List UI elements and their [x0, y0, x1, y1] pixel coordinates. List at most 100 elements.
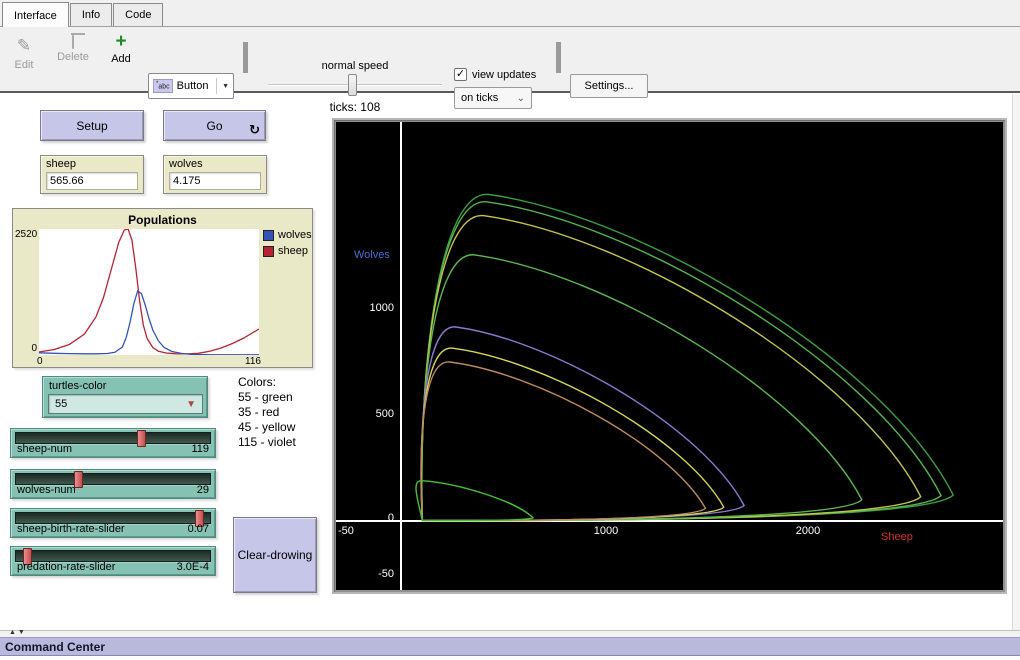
populations-plot: Populations 2520 0 0 116 wolves sheep: [12, 208, 313, 368]
colors-note-line: 115 - violet: [238, 435, 318, 450]
tab-bar: Interface Info Code: [0, 0, 1020, 27]
command-center-bar[interactable]: Command Center: [0, 637, 1020, 656]
view-updates-label: view updates: [472, 69, 536, 81]
phase-xtick-neg50: -50: [338, 525, 354, 537]
phase-loop-green-outer-a: [422, 194, 953, 520]
phase-xtick-2000: 2000: [786, 525, 830, 537]
phase-loop-green-outer-b: [422, 202, 941, 521]
delete-trash-icon: [72, 35, 74, 49]
toolbar-separator: [556, 42, 561, 73]
tab-info[interactable]: Info: [70, 3, 112, 26]
slider-value: 0.07: [188, 523, 209, 535]
add-plus-icon: +: [104, 34, 138, 50]
tab-code[interactable]: Code: [113, 3, 163, 26]
slider-handle[interactable]: [137, 430, 146, 447]
check-icon: ✓: [456, 68, 465, 80]
chooser-value: 55: [55, 398, 67, 410]
go-button[interactable]: Go ↻: [163, 110, 266, 141]
settings-button[interactable]: Settings...: [570, 74, 648, 98]
chooser-arrow-icon: ▼: [186, 399, 196, 410]
phase-plot-area: Wolves 1000 500 0 -50 -50 1000 2000 Shee…: [336, 122, 1003, 590]
wolves-monitor-value: 4.175: [169, 172, 261, 190]
slider-label: wolves-num: [17, 484, 76, 496]
slider-label: predation-rate-slider: [17, 561, 115, 573]
add-button[interactable]: + Add: [104, 34, 138, 65]
populations-ytick-min: 0: [15, 343, 37, 354]
wolves-monitor-label: wolves: [169, 158, 203, 170]
populations-plot-area: [39, 229, 259, 355]
wolves-num-slider[interactable]: wolves-num 29: [10, 469, 216, 499]
speed-slider-thumb[interactable]: [348, 74, 357, 96]
colors-note-line: 35 - red: [238, 405, 318, 420]
colors-note-title: Colors:: [238, 375, 318, 390]
delete-button[interactable]: Delete: [52, 36, 94, 63]
edit-label: Edit: [6, 59, 42, 71]
sheep-monitor-value: 565.66: [46, 172, 138, 190]
legend-item-sheep: sheep: [263, 245, 308, 257]
slider-label: sheep-num: [17, 443, 72, 455]
tab-interface[interactable]: Interface: [2, 2, 69, 27]
delete-label: Delete: [52, 51, 94, 63]
view-updates-checkbox[interactable]: ✓: [454, 68, 467, 81]
wolves-legend-label: wolves: [278, 229, 312, 241]
phase-loop-yellow-inner: [421, 348, 724, 521]
phase-loop-violet: [421, 327, 744, 521]
phase-ytick-0: 0: [356, 512, 394, 524]
sheep-axis-label: Sheep: [881, 531, 913, 543]
phase-ytick-neg50: -50: [356, 568, 394, 580]
chooser-label: turtles-color: [49, 380, 106, 392]
right-scroll-edge[interactable]: [1012, 94, 1020, 630]
speed-slider-label: normal speed: [268, 60, 442, 72]
chooser-field[interactable]: 55 ▼: [48, 394, 203, 414]
slider-value: 3.0E-4: [177, 561, 209, 573]
view-updates-checkbox-row: ✓ view updates: [454, 68, 536, 81]
populations-xtick-max: 116: [245, 356, 261, 367]
edit-pencil-icon: ✎: [17, 36, 31, 56]
phase-plot-canvas: [336, 122, 1003, 590]
toolbar: ✎ Edit Delete + Add *abc Button ▼ normal…: [0, 27, 1020, 93]
turtles-color-chooser[interactable]: turtles-color 55 ▼: [42, 376, 208, 418]
legend-item-wolves: wolves: [263, 229, 312, 241]
phase-plot-widget: Wolves 1000 500 0 -50 -50 1000 2000 Shee…: [332, 118, 1007, 594]
update-mode-value: on ticks: [461, 92, 498, 104]
forever-icon: ↻: [249, 122, 260, 138]
wolves-legend-swatch: [263, 230, 274, 241]
sheep-num-slider[interactable]: sheep-num 119: [10, 428, 216, 458]
phase-loop-green-mid: [422, 255, 862, 521]
populations-ytick-max: 2520: [15, 229, 37, 240]
sheep-monitor-label: sheep: [46, 158, 76, 170]
phase-loop-sienna: [421, 362, 705, 521]
edit-button[interactable]: ✎ Edit: [6, 36, 42, 71]
splitter-arrows-icon[interactable]: ▲▼: [9, 629, 27, 636]
ticks-counter: ticks: 108: [268, 100, 442, 114]
slider-value: 29: [197, 484, 209, 496]
wolves-monitor: wolves 4.175: [163, 155, 267, 194]
go-label: Go: [206, 119, 222, 133]
slider-value: 119: [191, 443, 209, 455]
phase-xtick-1000: 1000: [584, 525, 628, 537]
populations-plot-title: Populations: [13, 213, 312, 227]
command-center-title: Command Center: [5, 640, 105, 654]
populations-xtick-min: 0: [37, 356, 43, 367]
update-mode-dropdown[interactable]: on ticks ⌄: [454, 87, 532, 109]
slider-label: sheep-birth-rate-slider: [17, 523, 125, 535]
widget-type-dropdown[interactable]: *abc Button ▼: [148, 73, 234, 99]
sheep-monitor: sheep 565.66: [40, 155, 144, 194]
sheep-legend-swatch: [263, 246, 274, 257]
predation-rate-slider[interactable]: predation-rate-slider 3.0E-4: [10, 546, 216, 576]
phase-loop-green-small: [416, 481, 533, 521]
abc-widget-icon: *abc: [153, 79, 173, 93]
populations-plot-canvas: [39, 229, 259, 355]
setup-button[interactable]: Setup: [40, 110, 144, 141]
sheep-birth-rate-slider[interactable]: sheep-birth-rate-slider 0.07: [10, 508, 216, 538]
colors-note-line: 55 - green: [238, 390, 318, 405]
clear-drawing-button[interactable]: Clear-drowing: [233, 517, 317, 593]
sheep-legend-label: sheep: [278, 245, 308, 257]
command-center-splitter[interactable]: ▲▼: [0, 630, 1020, 637]
phase-ytick-500: 500: [356, 408, 394, 420]
wolves-axis-label: Wolves: [354, 249, 390, 261]
add-label: Add: [104, 53, 138, 65]
phase-ytick-1000: 1000: [356, 302, 394, 314]
colors-note-line: 45 - yellow: [238, 420, 318, 435]
widget-type-value: Button: [177, 80, 209, 92]
